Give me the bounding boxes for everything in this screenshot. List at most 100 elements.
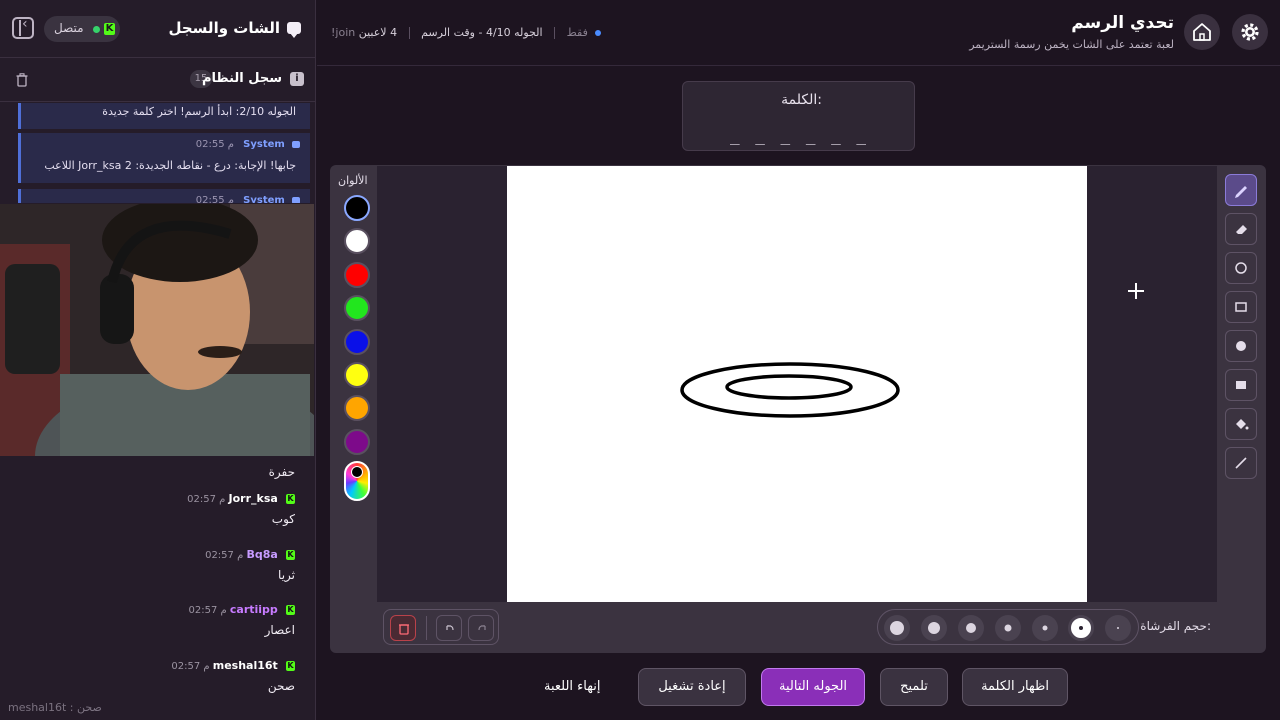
chat-sidebar: متصل K الشات والسجل 15 سجل النظام i الجو… (0, 0, 316, 720)
log-entry-user: System (243, 139, 285, 150)
color-swatch[interactable] (344, 362, 370, 388)
redo-button[interactable] (468, 615, 494, 641)
chat-bubble-icon (287, 22, 301, 38)
brush-size-option[interactable] (995, 615, 1021, 641)
chat-message-text: حفرة (268, 465, 295, 479)
pen-tool-button[interactable] (1225, 174, 1257, 206)
restart-button[interactable]: إعادة تشغيل (638, 668, 746, 706)
log-entry-meta: 02:55 م System (196, 139, 300, 150)
log-entry-time: 02:55 م (195, 139, 234, 150)
chat-message-time: 02:57 م (187, 494, 226, 505)
clear-canvas-button[interactable] (390, 615, 416, 641)
kick-logo-icon: K (104, 23, 115, 35)
line-tool-button[interactable] (1225, 447, 1257, 479)
system-log-list[interactable]: الجوله 2/10: ابدأ الرسم! اختر كلمة جديدة… (0, 103, 316, 203)
log-entry-time: 02:55 م (195, 195, 234, 203)
system-chat-icon (292, 140, 300, 148)
fill-tool-button[interactable] (1225, 408, 1257, 440)
streamer-webcam (0, 204, 314, 456)
home-button[interactable] (1184, 14, 1220, 50)
filled-rectangle-tool-button[interactable] (1225, 369, 1257, 401)
kick-badge-icon: K (286, 494, 295, 504)
chat-username[interactable]: Bq8a (246, 548, 277, 561)
webcam-image (0, 204, 314, 456)
chat-message-time: 02:57 م (171, 661, 210, 672)
circle-tool-button[interactable] (1225, 252, 1257, 284)
online-dot-icon (93, 26, 100, 33)
filled-circle-tool-button[interactable] (1225, 330, 1257, 362)
crosshair-cursor-icon (1128, 283, 1144, 299)
chat-input-preview: meshal16t : صحن (8, 701, 102, 714)
chat-message: 02:57 م Jorr_ksa K كوب (181, 492, 295, 526)
current-color-dot (351, 466, 363, 478)
color-swatch[interactable] (344, 328, 370, 355)
custom-color-picker[interactable] (344, 461, 370, 501)
word-card: الكلمة: _ _ _ _ _ _ (682, 81, 915, 151)
system-chat-icon (292, 196, 300, 203)
sidebar-header: متصل K الشات والسجل (0, 0, 316, 58)
color-swatch[interactable] (344, 428, 370, 455)
chat-message-text: صحن (267, 679, 295, 693)
settings-button[interactable] (1232, 14, 1268, 50)
chat-message: حفرة (269, 458, 295, 479)
end-game-button[interactable]: إنهاء اللعبة (544, 679, 600, 694)
brush-size-option[interactable] (958, 615, 984, 641)
color-swatch[interactable] (344, 195, 370, 221)
chat-message-time: 02:57 م (205, 550, 244, 561)
brush-size-option[interactable] (1105, 615, 1131, 641)
chat-message-text: اعصار (264, 623, 295, 637)
brush-size-option[interactable] (884, 615, 910, 641)
collapse-sidebar-icon[interactable] (12, 16, 34, 39)
log-entry-user: System (243, 195, 285, 203)
undo-button[interactable] (436, 615, 462, 641)
chat-message-text: ثريا (278, 568, 295, 582)
kick-badge-icon: K (286, 661, 295, 671)
circle-filled-icon (1236, 341, 1246, 351)
chat-username[interactable]: meshal16t (213, 659, 278, 672)
next-round-button[interactable]: الجوله التالية (761, 668, 865, 706)
players-dot-icon (595, 30, 602, 36)
info-icon: i (290, 72, 304, 86)
log-entry: 02:55 م System (18, 189, 310, 203)
sidebar-title: الشات والسجل (168, 19, 280, 37)
clear-log-trash-icon[interactable] (16, 73, 28, 87)
word-label: الكلمة: (781, 92, 822, 108)
reveal-word-button[interactable]: اظهار الكلمة (962, 668, 1068, 706)
log-entry-text: اللاعب Jorr_ksa جابها! الإجابة: درع - نق… (44, 159, 296, 172)
palette-title: الألوان (338, 174, 368, 187)
canvas-actions (383, 609, 499, 645)
kick-badge-icon: K (286, 550, 295, 560)
trash-icon (399, 624, 409, 635)
gear-icon (1241, 23, 1259, 41)
system-log-title: سجل النظام (202, 71, 282, 86)
eraser-tool-button[interactable] (1225, 213, 1257, 245)
hint-button[interactable]: تلميح (880, 668, 948, 706)
log-entry-text: الجوله 2/10: ابدأ الرسم! اختر كلمة جديدة (102, 105, 296, 118)
rectangle-filled-icon (1236, 381, 1246, 389)
chat-message-text: كوب (271, 512, 295, 526)
tools-bar (1219, 170, 1263, 490)
brush-size-label: حجم الفرشاة: (1140, 619, 1211, 633)
eraser-icon (1236, 225, 1247, 234)
connection-status-label: متصل (54, 21, 84, 35)
round-info: الجوله 4/10 - وقت الرسم (421, 26, 543, 39)
color-swatch[interactable] (344, 295, 370, 322)
brush-size-option[interactable] (921, 615, 947, 641)
rectangle-outline-icon (1235, 302, 1247, 312)
brush-size-selector (877, 609, 1139, 645)
kick-badge-icon: K (286, 605, 295, 615)
status-divider (554, 27, 556, 39)
round-status: !join فقط الجوله 4/10 - وقت الرسم 4 لاعب… (331, 26, 602, 39)
chat-username[interactable]: Jorr_ksa (229, 492, 278, 505)
redo-icon (478, 625, 486, 631)
brush-size-option[interactable] (1032, 615, 1058, 641)
undo-icon (446, 625, 454, 631)
log-entry-meta: 02:55 م System (196, 195, 300, 203)
chat-username[interactable]: cartiipp (230, 603, 278, 616)
top-bar: تحدي الرسم لعبة تعتمد على الشات يخمن رسم… (317, 0, 1280, 66)
rectangle-tool-button[interactable] (1225, 291, 1257, 323)
chat-message: 02:57 م meshal16t K صحن (165, 659, 295, 693)
color-swatch[interactable] (344, 261, 370, 288)
drawing-canvas[interactable] (507, 166, 1087, 602)
brush-size-option-selected[interactable] (1068, 615, 1094, 641)
